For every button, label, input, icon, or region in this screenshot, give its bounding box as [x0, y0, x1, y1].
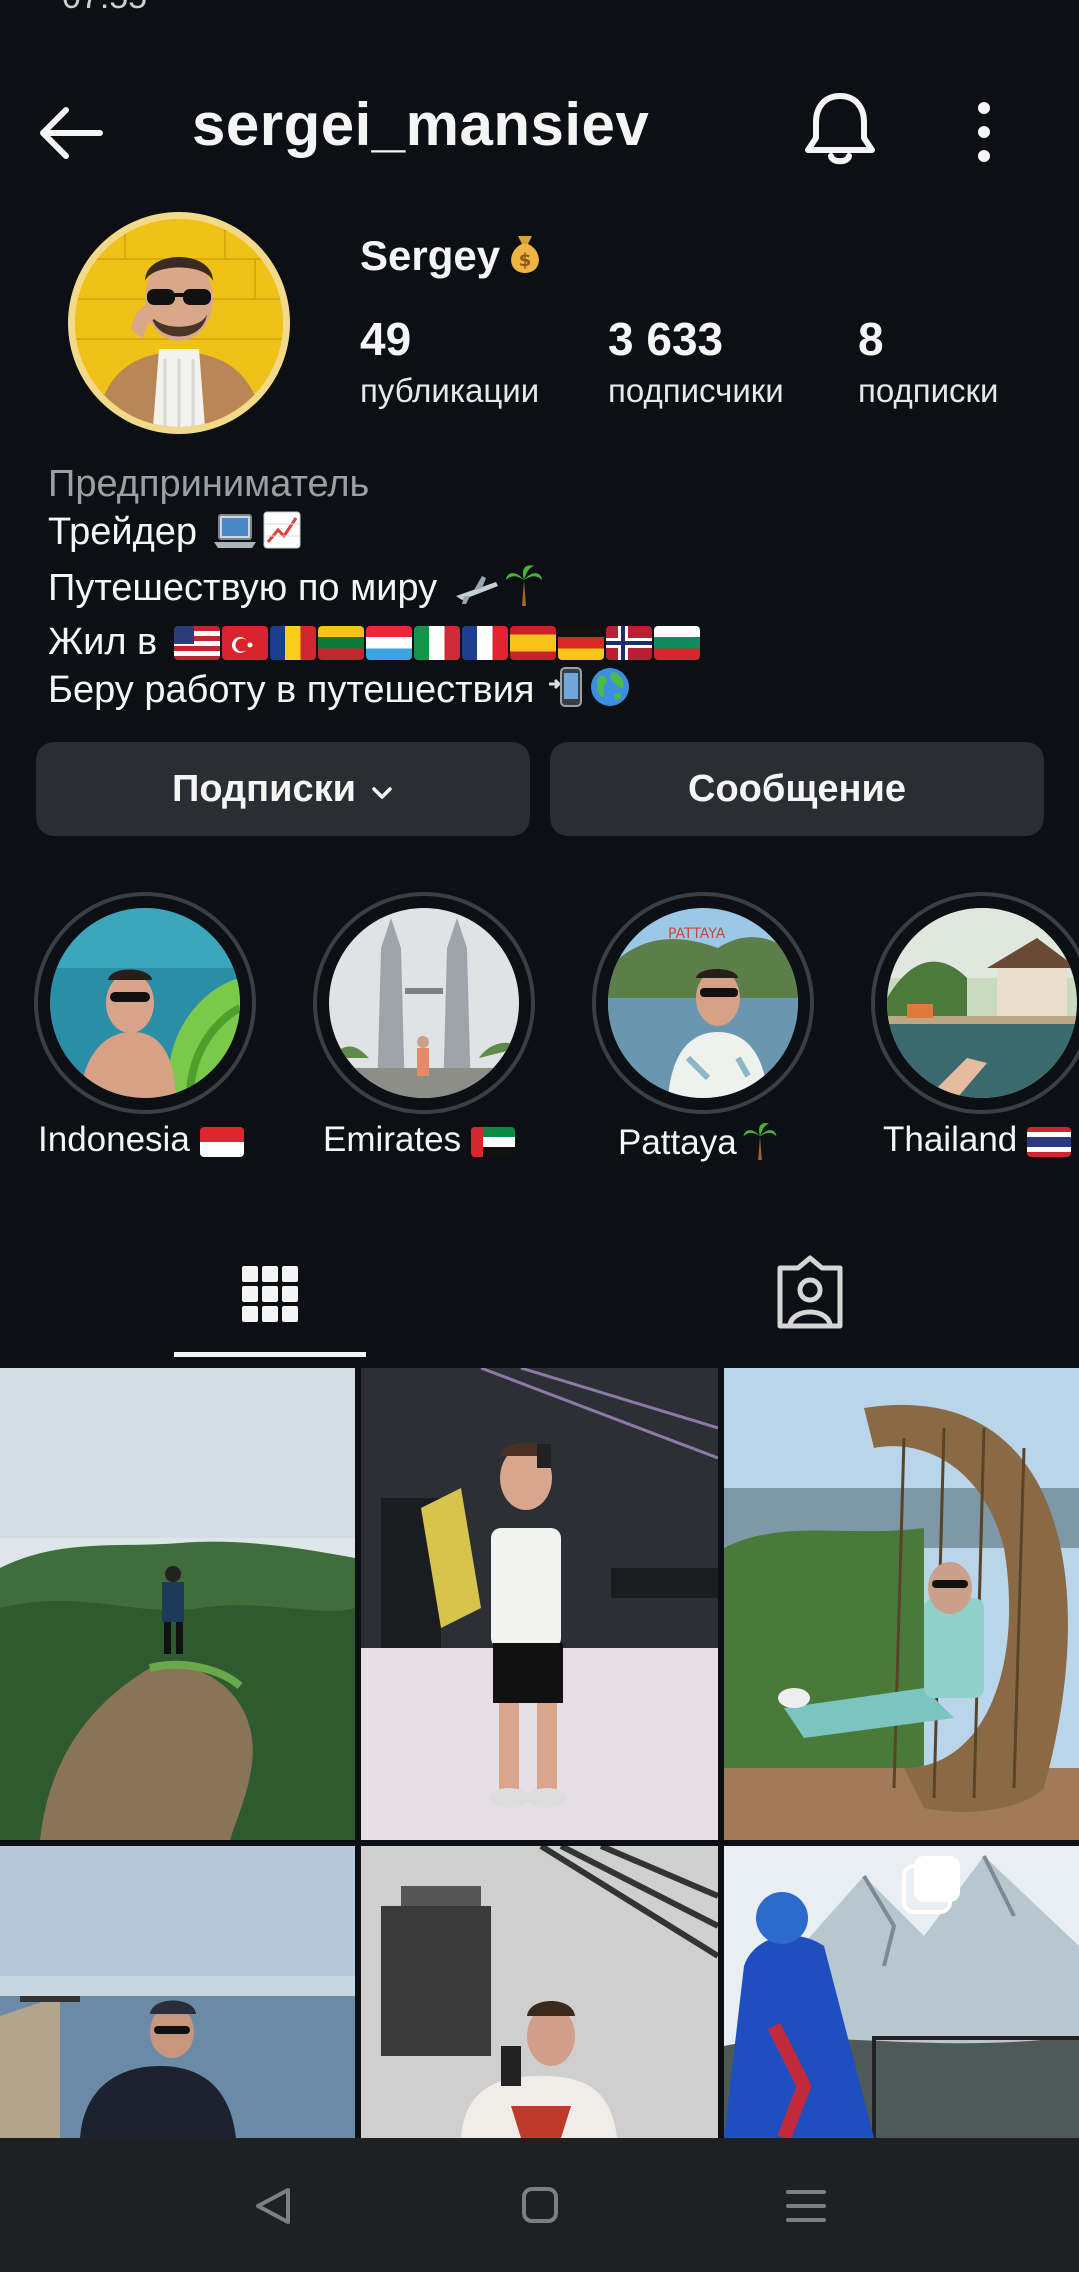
- highlight-cover: PATTAYA: [608, 908, 798, 1098]
- posts-grid: [0, 1368, 1079, 2138]
- stat-following-value: 8: [858, 313, 884, 365]
- money-bag-icon: $: [504, 232, 546, 276]
- tagged-icon: [777, 1255, 843, 1329]
- flag-norway-icon: [605, 626, 652, 660]
- flag-uae-icon: [470, 1127, 515, 1157]
- status-icons: [709, 0, 1009, 10]
- flag-luxembourg-icon: [365, 626, 412, 660]
- flag-bulgaria-icon: [653, 626, 700, 660]
- highlight-emirates[interactable]: Emirates: [313, 892, 535, 1159]
- stat-following[interactable]: 8 подписки: [858, 312, 998, 410]
- highlight-cover: [50, 908, 240, 1098]
- laptop-icon: [212, 512, 258, 562]
- highlight-label: Pattaya: [618, 1120, 779, 1169]
- profile-username: sergei_mansiev: [192, 91, 650, 158]
- chevron-down-icon: [370, 768, 394, 811]
- back-arrow-icon[interactable]: [36, 98, 106, 168]
- highlight-ring: [871, 892, 1079, 1114]
- globe-icon: [589, 666, 631, 720]
- message-button[interactable]: Сообщение: [550, 742, 1044, 836]
- highlight-label: Indonesia: [38, 1120, 246, 1160]
- display-name-text: Sergey: [360, 232, 501, 279]
- post-thumbnail[interactable]: [361, 1368, 718, 1840]
- highlight-indonesia[interactable]: Indonesia: [34, 892, 256, 1159]
- chart-increasing-icon: [262, 510, 302, 562]
- profile-tabs: [0, 1236, 1079, 1362]
- flag-thailand-icon: [1027, 1127, 1071, 1157]
- bio-line-4: Беру работу в путешествия: [48, 666, 1048, 720]
- flag-usa-icon: [173, 626, 220, 660]
- highlight-thailand[interactable]: Thailand: [871, 892, 1079, 1159]
- highlight-label-text: Indonesia: [38, 1120, 190, 1159]
- svg-text:$: $: [519, 250, 532, 271]
- nav-back-icon[interactable]: [212, 2138, 332, 2272]
- bell-icon[interactable]: [802, 88, 878, 168]
- flag-indonesia-icon: [199, 1127, 244, 1157]
- highlight-pattaya[interactable]: PATTAYA Pattaya: [592, 892, 814, 1162]
- flag-france-icon: [461, 626, 508, 660]
- nav-menu-icon[interactable]: [746, 2138, 866, 2272]
- tab-tagged[interactable]: [714, 1236, 906, 1356]
- bio-line-1-text: Трейдер: [48, 511, 198, 553]
- bio-line-2-text: Путешествую по миру: [48, 567, 438, 609]
- message-button-label: Сообщение: [688, 767, 906, 810]
- airplane-icon: [452, 570, 500, 618]
- flag-romania-icon: [269, 626, 316, 660]
- palm-tree-icon: [504, 562, 544, 618]
- phone-arrow-icon: [549, 666, 585, 720]
- flag-italy-icon: [413, 626, 460, 660]
- highlight-cover: [329, 908, 519, 1098]
- post-thumbnail[interactable]: [0, 1368, 355, 1840]
- highlight-label-text: Thailand: [883, 1120, 1018, 1159]
- highlight-label: Thailand: [883, 1120, 1073, 1160]
- stat-posts[interactable]: 49 публикации: [360, 312, 539, 410]
- status-time: 07:55: [62, 0, 147, 17]
- bio-line-4-text: Беру работу в путешествия: [48, 669, 535, 711]
- palm-tree-icon: [741, 1120, 779, 1169]
- highlight-ring: [34, 892, 256, 1114]
- status-bar: 07:55: [0, 0, 1079, 20]
- flag-germany-icon: [557, 626, 604, 660]
- system-nav-bar: [0, 2138, 1079, 2272]
- following-button[interactable]: Подписки: [36, 742, 530, 836]
- svg-text:PATTAYA: PATTAYA: [668, 926, 726, 942]
- profile-avatar[interactable]: [68, 212, 290, 434]
- top-bar: sergei_mansiev: [0, 70, 1079, 180]
- highlight-cover: [887, 908, 1077, 1098]
- highlight-label-text: Emirates: [323, 1120, 462, 1159]
- stat-posts-value: 49: [360, 313, 412, 365]
- stat-posts-label: публикации: [360, 372, 540, 409]
- highlight-label-text: Pattaya: [618, 1123, 737, 1162]
- following-button-label: Подписки: [172, 767, 356, 810]
- post-thumbnail[interactable]: [724, 1846, 1079, 2138]
- more-vertical-icon[interactable]: [966, 94, 1002, 170]
- avatar-photo: [75, 219, 283, 427]
- flag-spain-icon: [509, 626, 556, 660]
- profile-category: Предприниматель: [48, 463, 370, 505]
- post-thumbnail[interactable]: [0, 1846, 355, 2138]
- bio-line-1: Трейдер: [48, 508, 1048, 562]
- posts-grid-icon: [242, 1266, 298, 1322]
- profile-display-name: Sergey $: [360, 232, 546, 280]
- bio-line-2: Путешествую по миру: [48, 562, 1048, 618]
- stat-following-label: подписки: [858, 372, 999, 409]
- bio-line-3: Жил в: [48, 618, 1048, 666]
- profile-bio: Предприниматель Трейдер Путешествую по м…: [48, 460, 1048, 720]
- stat-followers-label: подписчики: [608, 372, 784, 409]
- stat-followers-value: 3 633: [608, 313, 724, 365]
- flag-lithuania-icon: [317, 626, 364, 660]
- highlight-label: Emirates: [323, 1120, 517, 1160]
- post-thumbnail[interactable]: [724, 1368, 1079, 1840]
- post-thumbnail[interactable]: [361, 1846, 718, 2138]
- flag-turkey-icon: [221, 626, 268, 660]
- stat-followers[interactable]: 3 633 подписчики: [608, 312, 784, 410]
- flags-row: [173, 618, 702, 666]
- active-tab-indicator: [174, 1352, 366, 1357]
- nav-home-icon[interactable]: [480, 2138, 600, 2272]
- highlight-ring: PATTAYA: [592, 892, 814, 1114]
- highlight-ring: [313, 892, 535, 1114]
- bio-line-3-text: Жил в: [48, 621, 158, 663]
- tab-posts-grid[interactable]: [174, 1236, 366, 1356]
